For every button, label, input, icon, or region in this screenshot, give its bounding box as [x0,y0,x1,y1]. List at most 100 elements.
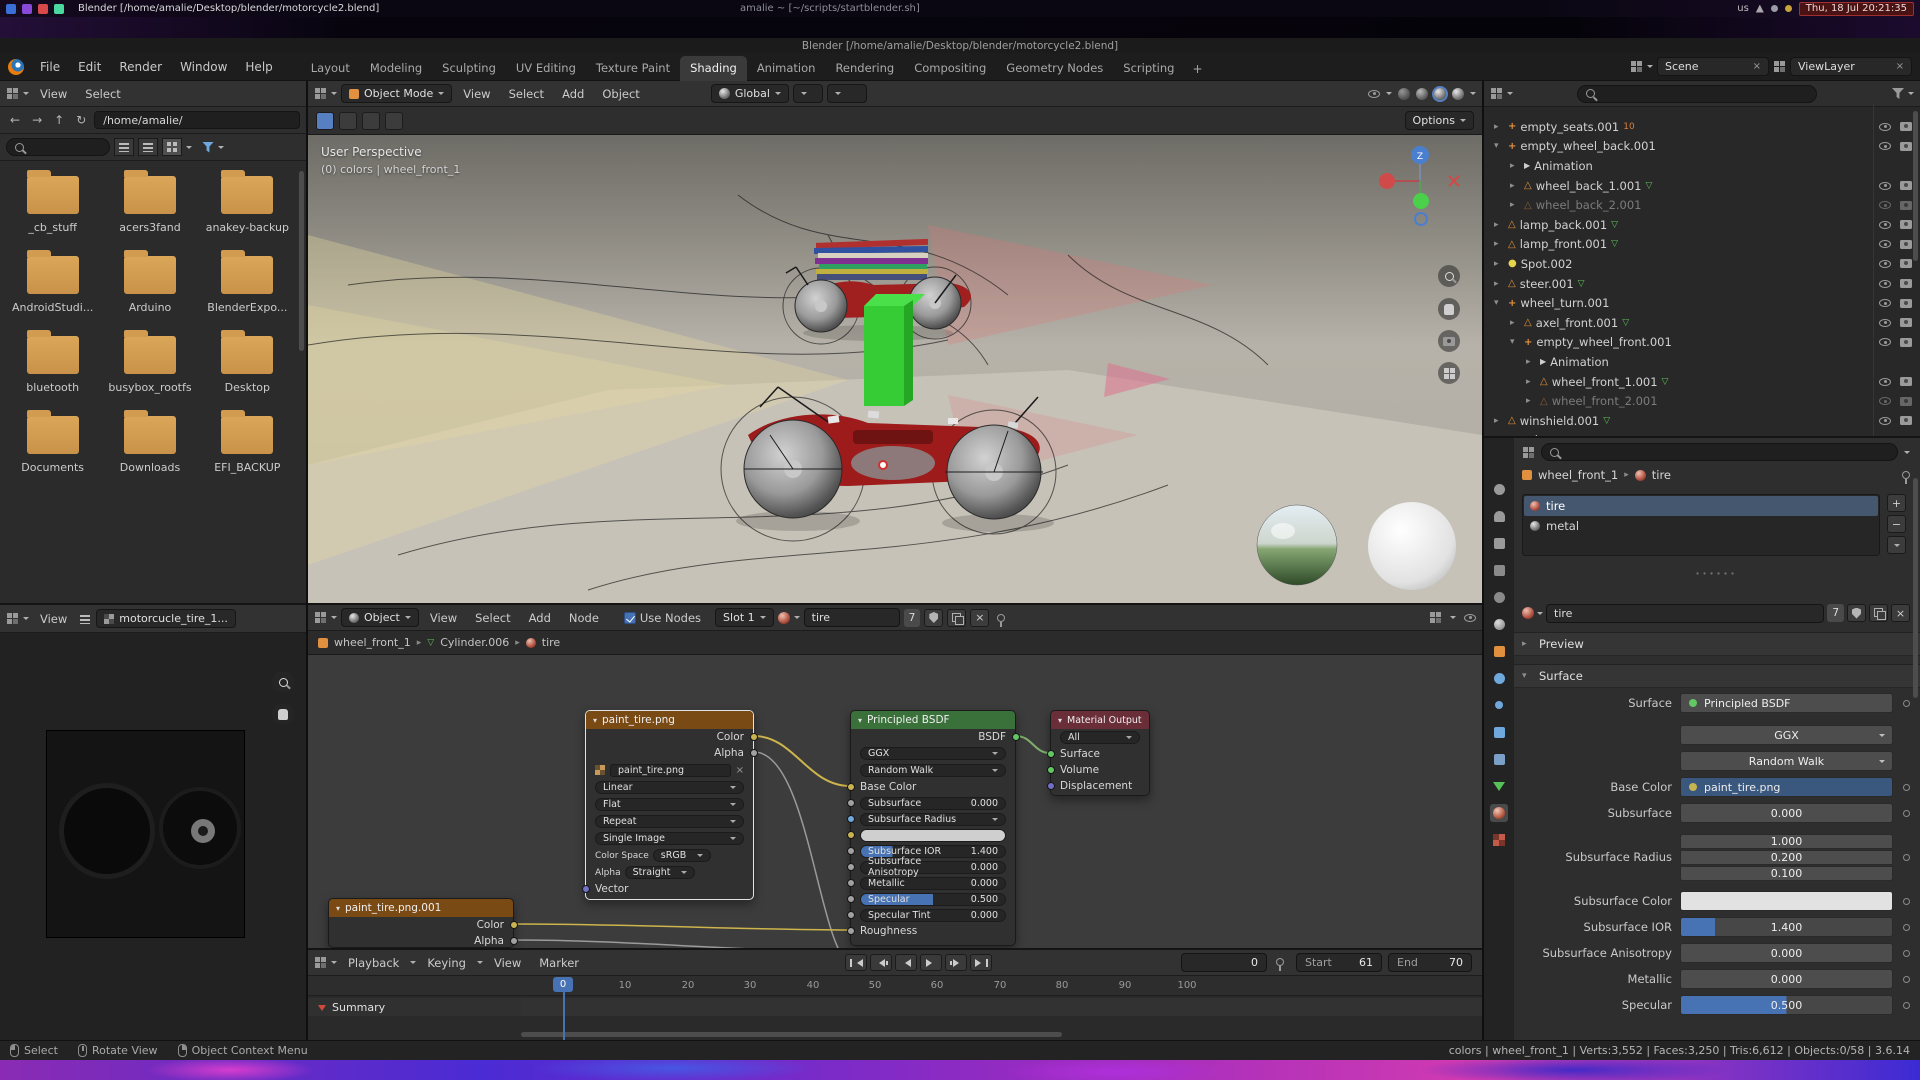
subsurface-color-swatch[interactable] [860,829,1006,842]
timeline-ruler[interactable]: 0 10 20 30 40 50 60 70 80 90 100 [308,976,1482,996]
editor-type-icon[interactable] [6,612,19,625]
socket-alpha-out[interactable] [750,749,758,757]
folder-item[interactable]: AndroidStudi... [4,256,101,314]
node-image-texture-2[interactable]: ▾paint_tire.png.001 Color Alpha [328,898,514,948]
editor-type-icon[interactable] [1522,446,1535,459]
tab-geometry-nodes[interactable]: Geometry Nodes [996,56,1113,81]
node-header[interactable]: ▾paint_tire.png [586,711,753,729]
tab-tool[interactable] [1490,480,1508,498]
shader-menu-select[interactable]: Select [468,609,517,627]
target-dropdown[interactable]: All [1060,731,1140,744]
tab-rendering[interactable]: Rendering [825,56,904,81]
material-slot[interactable]: metal [1524,516,1878,536]
prev-keyframe-button[interactable] [870,954,892,971]
tab-world[interactable] [1490,615,1508,633]
tab-scene[interactable] [1490,588,1508,606]
animate-dot[interactable] [1903,898,1910,905]
tab-object-data[interactable] [1490,777,1508,795]
taskbar-app-icon[interactable] [38,4,48,14]
mode-selector[interactable]: Object Mode [341,84,452,103]
shading-rendered-button[interactable] [1452,88,1464,100]
scrollbar[interactable] [299,171,304,351]
keyboard-layout[interactable]: us [1737,3,1749,14]
folder-item[interactable]: Documents [4,416,101,474]
proportional-editing-toggle[interactable] [827,84,867,103]
shading-solid-button[interactable] [1416,88,1428,100]
tool-select-box-button[interactable] [339,112,357,130]
tab-sculpting[interactable]: Sculpting [432,56,506,81]
animate-dot[interactable] [1903,784,1910,791]
alpha-mode-dropdown[interactable]: Straight [625,866,695,879]
close-icon[interactable]: × [1753,61,1761,72]
next-keyframe-button[interactable] [945,954,967,971]
visibility-toggle-icon[interactable] [1368,90,1380,98]
breadcrumb-object[interactable]: wheel_front_1 [1538,468,1618,482]
folder-item[interactable]: BlenderExpo... [199,256,296,314]
shader-menu-add[interactable]: Add [522,609,558,627]
timeline-scrollbar[interactable] [521,1032,1062,1037]
source-dropdown[interactable]: Single Image [595,832,744,845]
shader-menu-node[interactable]: Node [562,609,606,627]
editor-type-icon[interactable] [314,87,327,100]
outliner-row[interactable]: ▸△lamp_back.001▽ [1484,215,1920,235]
distribution-dropdown[interactable]: GGX [860,747,1006,760]
fake-user-button[interactable] [1847,604,1866,622]
outliner-search-input[interactable] [1577,85,1817,103]
menu-view[interactable]: View [487,954,528,972]
base-color-field[interactable]: paint_tire.png [1680,777,1893,797]
new-material-button[interactable] [947,609,966,627]
interpolation-dropdown[interactable]: Linear [595,781,744,794]
outliner-row[interactable]: ▸▶Animation [1484,156,1920,176]
scrollbar[interactable] [1913,111,1918,261]
play-button[interactable] [920,954,942,971]
outliner-row[interactable]: ▸△wheel_back_2.001 [1484,195,1920,215]
editor-type-icon[interactable] [314,611,327,624]
image-menu-view[interactable]: View [33,610,74,628]
add-slot-button[interactable]: + [1887,494,1906,512]
subsurface-anisotropy-field[interactable]: 0.000 [1680,943,1893,963]
socket-vector-in[interactable] [582,885,590,893]
tab-modifiers[interactable] [1490,669,1508,687]
outliner-row[interactable]: ▾+empty_wheel_back.001 [1484,137,1920,157]
preview-panel-header[interactable]: ▸Preview [1514,632,1920,656]
socket-volume-in[interactable] [1047,766,1055,774]
socket-subsurface-color-in[interactable] [847,831,855,839]
socket-base-color-in[interactable] [847,783,855,791]
outliner-row[interactable]: ▸+empty_seats.00110 [1484,117,1920,137]
metallic-field[interactable]: Metallic0.000 [860,877,1006,890]
shading-wireframe-button[interactable] [1398,88,1410,100]
up-button[interactable]: ↑ [50,112,68,128]
tab-constraints[interactable] [1490,750,1508,768]
editor-type-icon[interactable] [6,87,19,100]
node-canvas[interactable]: ▾paint_tire.png Color Alpha paint_tire.p… [308,655,1482,948]
editor-type-icon[interactable] [314,956,327,969]
hamburger-icon[interactable] [80,614,90,624]
viewlayer-icon[interactable] [1773,60,1786,73]
tab-layout[interactable]: Layout [301,56,360,81]
tool-select-circle-button[interactable] [362,112,380,130]
socket-specular-tint-in[interactable] [847,911,855,919]
surface-shader-menu[interactable]: Principled BSDF [1680,693,1893,713]
path-field[interactable]: /home/amalie/ [94,111,300,129]
file-browser-menu-select[interactable]: Select [78,85,127,103]
socket-surface-in[interactable] [1047,750,1055,758]
colorspace-dropdown[interactable]: sRGB [653,849,711,862]
chevron-down-icon[interactable] [1450,616,1456,622]
menu-playback[interactable]: Playback [341,954,406,972]
folder-item[interactable]: bluetooth [4,336,101,394]
render-visibility-icon[interactable] [1900,299,1912,308]
unlink-icon[interactable]: × [736,765,744,776]
outliner-row[interactable]: ▸△wheel_back_1.001▽ [1484,176,1920,196]
radius-y-field[interactable]: 0.200 [1680,850,1893,865]
display-list-button[interactable] [114,138,134,156]
end-frame-field[interactable]: End70 [1388,953,1472,972]
outliner-row[interactable]: ▸△winshield.001▽ [1484,411,1920,431]
pan-button[interactable] [272,703,294,725]
node-principled-bsdf[interactable]: ▾Principled BSDF BSDF GGX Random Walk Ba… [850,710,1016,946]
tool-select-lasso-button[interactable] [385,112,403,130]
tab-particles[interactable] [1490,696,1508,714]
outliner-row[interactable]: ▸△axel_front.001▽ [1484,313,1920,333]
chevron-down-icon[interactable] [1908,92,1914,98]
metallic-field[interactable]: 0.000 [1680,969,1893,989]
outliner-row[interactable]: ▸△wheel_front_2.001 [1484,391,1920,411]
